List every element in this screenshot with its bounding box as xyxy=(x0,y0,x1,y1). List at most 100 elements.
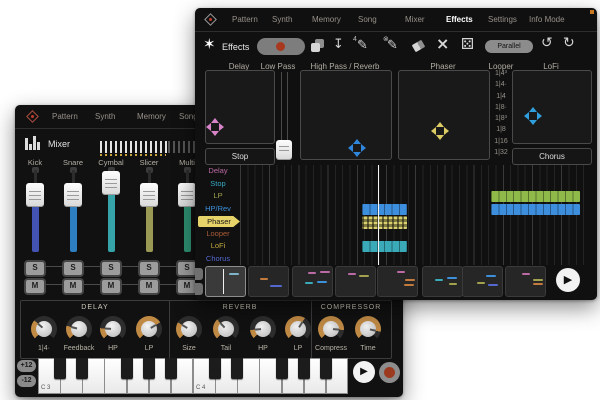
tab-song[interactable]: Song xyxy=(358,15,377,24)
seq-track-chorus[interactable]: Chorus xyxy=(199,253,237,265)
seq-track-stop[interactable]: Stop xyxy=(199,178,237,190)
tab-settings[interactable]: Settings xyxy=(488,15,517,24)
pattern-tile-8[interactable] xyxy=(505,266,546,297)
mute-button-slicer[interactable]: M xyxy=(138,278,160,295)
sequencer-block[interactable] xyxy=(362,216,407,229)
note-dash xyxy=(270,285,282,287)
phaser-cursor[interactable] xyxy=(432,123,448,139)
effects-play-button[interactable]: ▶ xyxy=(556,268,580,292)
delay-stop-button[interactable]: Stop xyxy=(205,148,275,165)
knob-lp[interactable] xyxy=(285,316,311,342)
mixer-record-button[interactable] xyxy=(379,362,400,383)
pattern-tile-3[interactable] xyxy=(292,266,333,297)
solo-button-cymbal[interactable]: S xyxy=(100,260,122,277)
fader-handle-kick[interactable] xyxy=(26,183,44,207)
draw-x-button[interactable]: ⊗ ✎ xyxy=(383,36,403,54)
black-key[interactable] xyxy=(76,358,88,379)
tab-pattern[interactable]: Pattern xyxy=(232,15,258,24)
pattern-tile-1[interactable] xyxy=(205,266,246,297)
record-toggle[interactable] xyxy=(257,38,305,55)
knob-compress[interactable] xyxy=(318,316,344,342)
sequencer-block[interactable] xyxy=(362,204,407,215)
mixer-play-button[interactable]: ▶ xyxy=(353,361,375,383)
tab-memory[interactable]: Memory xyxy=(312,15,341,24)
clear-button[interactable]: × xyxy=(436,36,449,52)
lofi-xy-pad[interactable] xyxy=(512,70,592,144)
redo-button[interactable]: ↻ xyxy=(563,36,575,50)
seq-track-lp[interactable]: LP xyxy=(199,190,237,202)
hp-reverb-xy-pad[interactable] xyxy=(300,70,392,160)
knob-feedback[interactable] xyxy=(66,316,92,342)
sequencer-block[interactable] xyxy=(491,191,580,202)
knob-14[interactable] xyxy=(31,316,57,342)
draw-4-button[interactable]: 4 ✎ xyxy=(353,36,373,54)
tab-synth[interactable]: Synth xyxy=(272,15,292,24)
app-menu-diamond-icon[interactable] xyxy=(204,13,217,26)
hp_reverb-cursor[interactable] xyxy=(349,140,365,156)
fader-handle-slicer[interactable] xyxy=(140,183,158,207)
knob-lp[interactable] xyxy=(136,316,162,342)
mute-button-snare[interactable]: M xyxy=(62,278,84,295)
sequencer-block[interactable] xyxy=(362,241,407,252)
black-key[interactable] xyxy=(143,358,155,379)
black-key[interactable] xyxy=(209,358,221,379)
pattern-side-tab[interactable] xyxy=(195,283,203,295)
fader-handle-snare[interactable] xyxy=(64,183,82,207)
dice-random-button[interactable]: ⚄ xyxy=(461,37,474,52)
octave-up-button[interactable]: +12 xyxy=(17,360,36,372)
black-key[interactable] xyxy=(231,358,243,379)
black-key[interactable] xyxy=(320,358,332,379)
black-key[interactable] xyxy=(54,358,66,379)
seq-track-looper[interactable]: Looper xyxy=(199,228,237,240)
fader-handle-cymbal[interactable] xyxy=(102,171,120,195)
mute-button-kick[interactable]: M xyxy=(24,278,46,295)
effects-sequencer-grid[interactable] xyxy=(240,165,590,265)
delay-xy-pad[interactable] xyxy=(205,70,275,144)
tab-pattern[interactable]: Pattern xyxy=(52,112,78,121)
parallel-mode-button[interactable]: Parallel xyxy=(485,40,533,53)
lowpass-slider-handle[interactable] xyxy=(276,140,292,160)
tab-info-mode[interactable]: Info Mode xyxy=(529,15,565,24)
sequencer-block[interactable] xyxy=(491,204,580,215)
pattern-tile-2[interactable] xyxy=(248,266,289,297)
app-menu-diamond-icon[interactable] xyxy=(26,110,39,123)
tab-memory[interactable]: Memory xyxy=(137,112,166,121)
eraser-button[interactable] xyxy=(412,41,426,51)
pattern-side-tab[interactable] xyxy=(195,268,203,280)
pattern-tile-6[interactable] xyxy=(422,266,463,297)
pattern-tile-5[interactable] xyxy=(377,266,418,297)
knob-hp[interactable] xyxy=(100,316,126,342)
delay-cursor[interactable] xyxy=(207,119,223,135)
seq-track-hprev[interactable]: HP/Rev xyxy=(199,203,237,215)
black-key[interactable] xyxy=(121,358,133,379)
mixer-title: Mixer xyxy=(48,139,70,149)
lofi-cursor[interactable] xyxy=(525,108,541,124)
knob-time[interactable] xyxy=(355,316,381,342)
pattern-tile-4[interactable] xyxy=(335,266,376,297)
solo-button-kick[interactable]: S xyxy=(24,260,46,277)
tab-mixer[interactable]: Mixer xyxy=(405,15,425,24)
solo-button-slicer[interactable]: S xyxy=(138,260,160,277)
knob-hp[interactable] xyxy=(250,316,276,342)
seq-track-delay[interactable]: Delay xyxy=(199,165,237,177)
solo-button-snare[interactable]: S xyxy=(62,260,84,277)
black-key[interactable] xyxy=(276,358,288,379)
octave-down-button[interactable]: -12 xyxy=(17,375,36,387)
mute-button-cymbal[interactable]: M xyxy=(100,278,122,295)
black-key[interactable] xyxy=(298,358,310,379)
piano-keyboard[interactable]: C 3C 4 xyxy=(38,358,348,394)
seq-track-phaser-selected[interactable]: Phaser xyxy=(198,216,240,227)
phaser-xy-pad[interactable] xyxy=(398,70,490,160)
chorus-button[interactable]: Chorus xyxy=(512,148,592,165)
pattern-tile-7[interactable] xyxy=(462,266,503,297)
seq-track-lofi[interactable]: LoFi xyxy=(199,240,237,252)
undo-button[interactable]: ↺ xyxy=(541,36,553,50)
tab-synth[interactable]: Synth xyxy=(95,112,115,121)
knob-tail[interactable] xyxy=(213,316,239,342)
import-button[interactable]: ↧ xyxy=(333,38,344,51)
tab-effects[interactable]: Effects xyxy=(446,15,473,24)
copy-button[interactable] xyxy=(311,39,325,53)
fader-handle-multi[interactable] xyxy=(178,183,196,207)
black-key[interactable] xyxy=(165,358,177,379)
knob-size[interactable] xyxy=(176,316,202,342)
